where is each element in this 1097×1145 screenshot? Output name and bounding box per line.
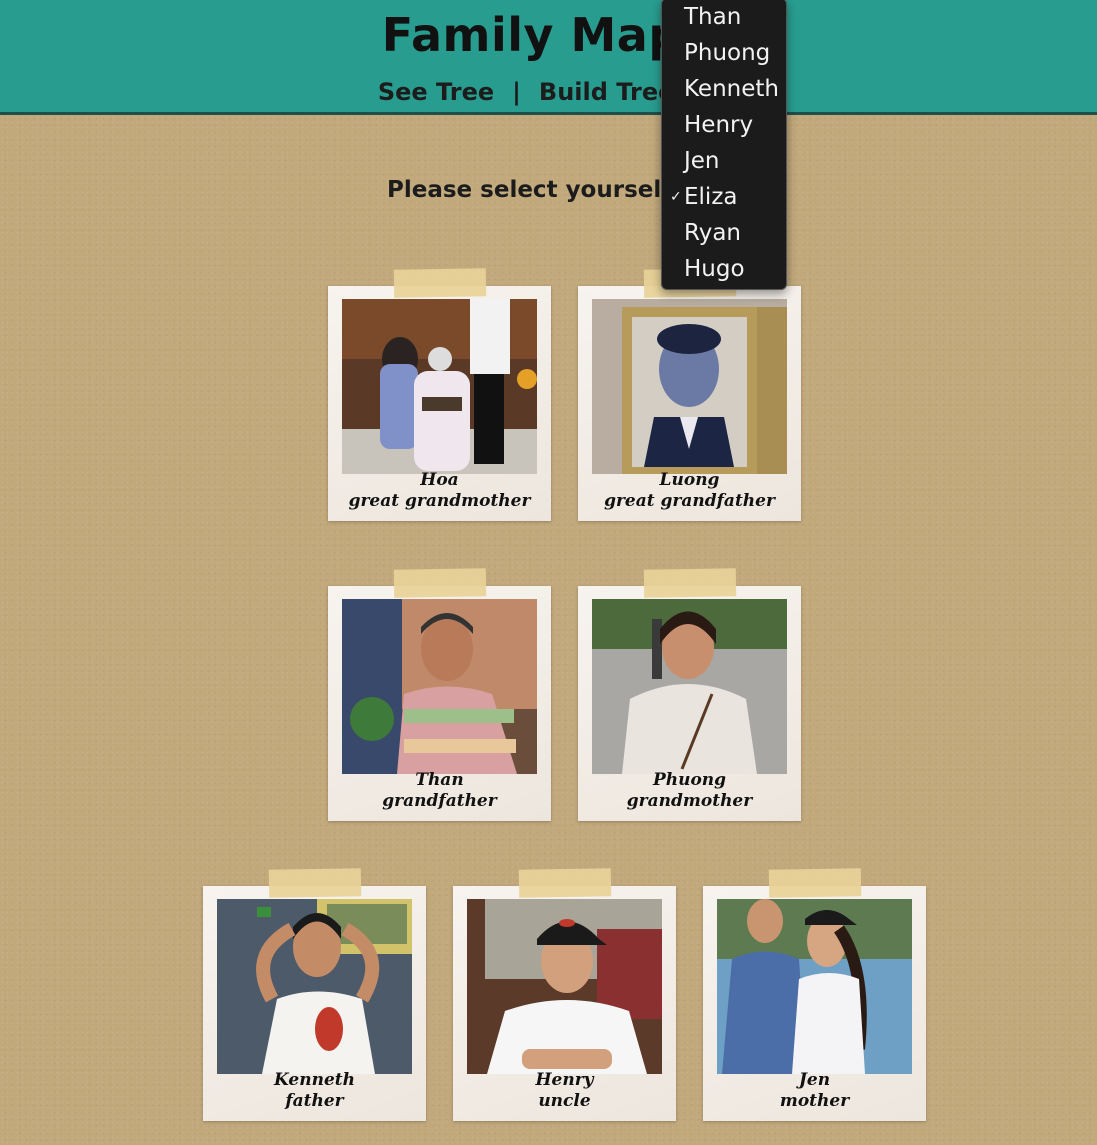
select-option-hugo[interactable]: Hugo bbox=[662, 251, 786, 287]
select-option-than[interactable]: Than bbox=[662, 0, 786, 35]
nav-separator: | bbox=[512, 78, 521, 106]
member-caption: Hoa great grandmother bbox=[328, 470, 551, 512]
select-option-jen[interactable]: Jen bbox=[662, 143, 786, 179]
member-photo bbox=[342, 299, 537, 474]
select-option-eliza[interactable]: ✓ Eliza bbox=[662, 179, 786, 215]
member-caption: Than grandfather bbox=[328, 770, 551, 812]
member-card-hoa[interactable]: Hoa great grandmother bbox=[328, 268, 551, 521]
member-name: Luong bbox=[659, 470, 720, 490]
member-caption: Luong great grandfather bbox=[578, 470, 801, 512]
member-name: Hoa bbox=[420, 470, 459, 490]
member-photo bbox=[717, 899, 912, 1074]
member-photo bbox=[592, 599, 787, 774]
member-relation: uncle bbox=[538, 1091, 591, 1111]
member-card-than[interactable]: Than grandfather bbox=[328, 568, 551, 821]
member-relation: grandmother bbox=[626, 791, 753, 811]
member-name: Kenneth bbox=[274, 1070, 355, 1090]
member-relation: mother bbox=[779, 1091, 850, 1111]
checkmark-icon: ✓ bbox=[670, 189, 682, 205]
member-name: Jen bbox=[798, 1070, 831, 1090]
nav-see-tree-link[interactable]: See Tree bbox=[378, 78, 494, 106]
member-relation: great grandfather bbox=[604, 491, 775, 511]
select-option-phuong[interactable]: Phuong bbox=[662, 35, 786, 71]
member-photo bbox=[592, 299, 787, 474]
tape-decoration bbox=[643, 568, 737, 598]
app-header: Family Mapp See Tree|Build Tree| bbox=[0, 0, 1097, 115]
member-caption: Jen mother bbox=[703, 1070, 926, 1112]
member-name: Than bbox=[415, 770, 464, 790]
member-card-phuong[interactable]: Phuong grandmother bbox=[578, 568, 801, 821]
select-option-ryan[interactable]: Ryan bbox=[662, 215, 786, 251]
tape-decoration bbox=[518, 868, 612, 898]
tape-decoration bbox=[768, 868, 862, 898]
member-relation: grandfather bbox=[382, 791, 497, 811]
select-yourself-label: Please select yourself bbox=[387, 177, 672, 203]
member-name: Phuong bbox=[652, 770, 727, 790]
member-caption: Henry uncle bbox=[453, 1070, 676, 1112]
member-relation: father bbox=[285, 1091, 344, 1111]
member-photo bbox=[342, 599, 537, 774]
member-photo bbox=[467, 899, 662, 1074]
main-nav: See Tree|Build Tree| bbox=[0, 78, 1097, 106]
member-card-kenneth[interactable]: Kenneth father bbox=[203, 868, 426, 1121]
member-caption: Phuong grandmother bbox=[578, 770, 801, 812]
tape-decoration bbox=[393, 568, 487, 598]
member-card-luong[interactable]: Luong great grandfather bbox=[578, 268, 801, 521]
nav-build-tree-link[interactable]: Build Tree bbox=[539, 78, 675, 106]
member-name: Henry bbox=[535, 1070, 594, 1090]
tape-decoration bbox=[393, 268, 487, 298]
app-title: Family Mapp bbox=[381, 8, 716, 62]
member-card-henry[interactable]: Henry uncle bbox=[453, 868, 676, 1121]
select-option-kenneth[interactable]: Kenneth bbox=[662, 71, 786, 107]
member-relation: great grandmother bbox=[348, 491, 531, 511]
tape-decoration bbox=[268, 868, 362, 898]
member-card-jen[interactable]: Jen mother bbox=[703, 868, 926, 1121]
select-option-henry[interactable]: Henry bbox=[662, 107, 786, 143]
member-photo bbox=[217, 899, 412, 1074]
member-caption: Kenneth father bbox=[203, 1070, 426, 1112]
member-select-dropdown[interactable]: Than Phuong Kenneth Henry Jen ✓ Eliza Rya… bbox=[661, 0, 787, 290]
